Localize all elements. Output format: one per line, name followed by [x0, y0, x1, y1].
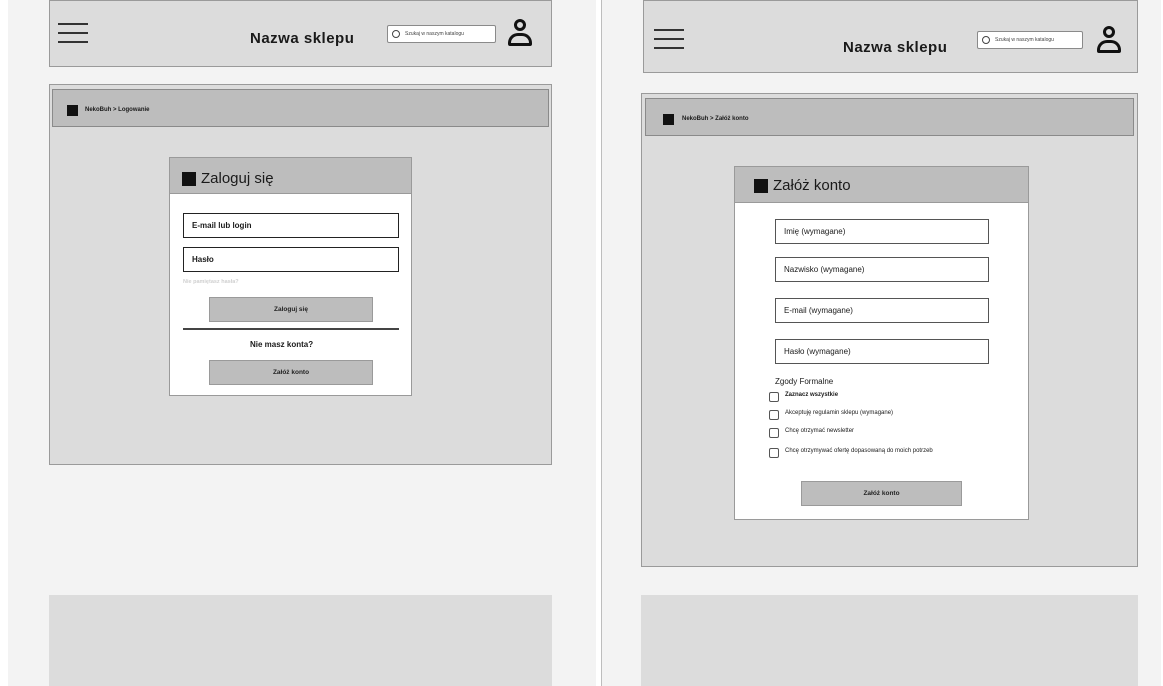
header: Nazwa sklepu Szukaj w naszym katalogu [49, 0, 552, 67]
register-submit-button[interactable]: Załóż konto [801, 481, 962, 506]
login-card-title: Zaloguj się [201, 170, 274, 187]
breadcrumb[interactable]: NekoBuh > Logowanie [85, 107, 150, 113]
search-input[interactable]: Szukaj w naszym katalogu [977, 31, 1083, 49]
login-card-header: Zaloguj się [170, 158, 411, 194]
search-input[interactable]: Szukaj w naszym katalogu [387, 25, 496, 43]
select-all-checkbox[interactable] [769, 392, 779, 402]
last-name-field[interactable]: Nazwisko (wymagane) [775, 257, 989, 282]
shop-name[interactable]: Nazwa sklepu [843, 39, 947, 56]
content-area: NekoBuh > Logowanie Zaloguj się E-mail l… [49, 84, 552, 465]
consent-terms[interactable]: Akceptuję regulamin sklepu (wymagane) [769, 410, 985, 420]
card-header-icon [754, 179, 768, 193]
login-wireframe: Nazwa sklepu Szukaj w naszym katalogu Ne… [8, 0, 596, 686]
consents-label: Zgody Formalne [775, 377, 834, 386]
card-header-icon [182, 172, 196, 186]
footer [641, 595, 1138, 686]
first-name-field[interactable]: Imię (wymagane) [775, 219, 989, 244]
register-wireframe: Nazwa sklepu Szukaj w naszym katalogu Ne… [601, 0, 1161, 686]
login-card: Zaloguj się E-mail lub login Hasło Nie p… [169, 157, 412, 396]
search-icon [982, 36, 990, 44]
consent-label: Akceptuję regulamin sklepu (wymagane) [785, 410, 894, 416]
email-field[interactable]: E-mail (wymagane) [775, 298, 989, 323]
user-account-icon[interactable] [507, 19, 533, 47]
breadcrumb-bar: NekoBuh > Logowanie [52, 89, 549, 127]
password-field[interactable]: Hasło (wymagane) [775, 339, 989, 364]
footer [49, 595, 552, 686]
register-card-title: Załóż konto [773, 177, 851, 194]
hamburger-menu-icon[interactable] [654, 29, 684, 49]
register-card: Załóż konto Imię (wymagane) Nazwisko (wy… [734, 166, 1029, 520]
user-account-icon[interactable] [1096, 26, 1122, 54]
no-account-text: Nie masz konta? [250, 340, 314, 349]
hamburger-menu-icon[interactable] [58, 23, 88, 43]
login-button[interactable]: Zaloguj się [209, 297, 373, 322]
consent-select-all[interactable]: Zaznacz wszystkie [769, 392, 985, 402]
search-placeholder: Szukaj w naszym katalogu [405, 31, 464, 37]
shop-name[interactable]: Nazwa sklepu [250, 30, 354, 47]
consent-label: Chcę otrzymać newsletter [785, 428, 855, 434]
offers-checkbox[interactable] [769, 448, 779, 458]
register-card-header: Załóż konto [735, 167, 1028, 203]
consent-label: Zaznacz wszystkie [785, 392, 839, 398]
newsletter-checkbox[interactable] [769, 428, 779, 438]
header: Nazwa sklepu Szukaj w naszym katalogu [643, 0, 1138, 73]
consent-newsletter[interactable]: Chcę otrzymać newsletter [769, 428, 985, 438]
breadcrumb-bar: NekoBuh > Załóż konto [645, 98, 1134, 136]
divider [183, 328, 399, 330]
login-password-field[interactable]: Hasło [183, 247, 399, 272]
register-button[interactable]: Załóż konto [209, 360, 373, 385]
search-placeholder: Szukaj w naszym katalogu [995, 37, 1054, 43]
search-icon [392, 30, 400, 38]
consent-label: Chcę otrzymywać ofertę dopasowaną do moi… [785, 448, 933, 454]
breadcrumb-icon [663, 114, 674, 125]
consent-offers[interactable]: Chcę otrzymywać ofertę dopasowaną do moi… [769, 448, 975, 458]
terms-checkbox[interactable] [769, 410, 779, 420]
breadcrumb[interactable]: NekoBuh > Załóż konto [682, 116, 749, 122]
forgot-password-link[interactable]: Nie pamiętasz hasła? [183, 279, 239, 285]
breadcrumb-icon [67, 105, 78, 116]
content-area: NekoBuh > Załóż konto Załóż konto Imię (… [641, 93, 1138, 567]
login-email-field[interactable]: E-mail lub login [183, 213, 399, 238]
